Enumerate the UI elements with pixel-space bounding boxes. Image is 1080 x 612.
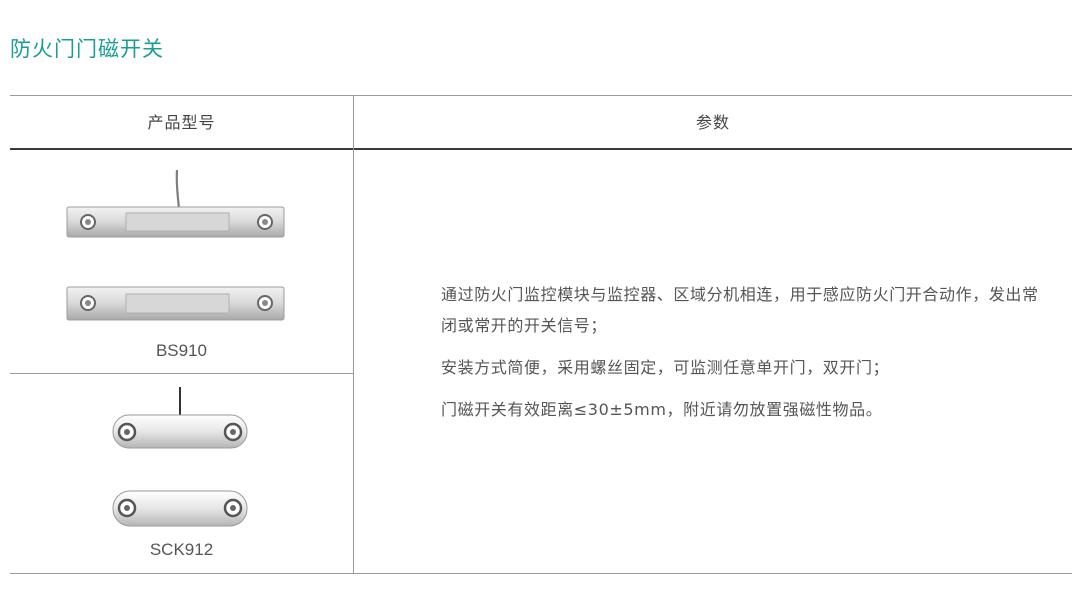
table-top-rule (10, 95, 1072, 96)
bs910-magnetic-switch-image (66, 169, 285, 321)
param-line: 门磁开关有效距离≤30±5mm，附近请勿放置强磁性物品。 (441, 400, 883, 419)
bs910-bar-top (66, 206, 285, 238)
sck912-magnetic-switch-image (112, 387, 248, 527)
page-title: 防火门门磁开关 (10, 37, 164, 61)
table-bottom-rule (10, 573, 1072, 574)
sck912-pill-top (112, 414, 248, 449)
header-params: 参数 (695, 113, 730, 132)
bs910-bar-bottom (66, 286, 285, 321)
sck912-pill-bottom (112, 490, 248, 527)
params-cell: 通过防火门监控模块与监控器、区域分机相连，用于感应防火门开合动作，发出常闭或常开… (441, 279, 1041, 436)
header-model: 产品型号 (147, 113, 216, 132)
model-label-bs910: BS910 (155, 341, 208, 360)
param-line: 通过防火门监控模块与监控器、区域分机相连，用于感应防火门开合动作，发出常闭或常开… (441, 285, 1039, 335)
table-column-divider (353, 96, 354, 573)
model-label-sck912: SCK912 (149, 540, 214, 559)
model-cell-divider (10, 373, 353, 374)
param-line: 安装方式简便，采用螺丝固定，可监测任意单开门，双开门； (441, 358, 890, 377)
